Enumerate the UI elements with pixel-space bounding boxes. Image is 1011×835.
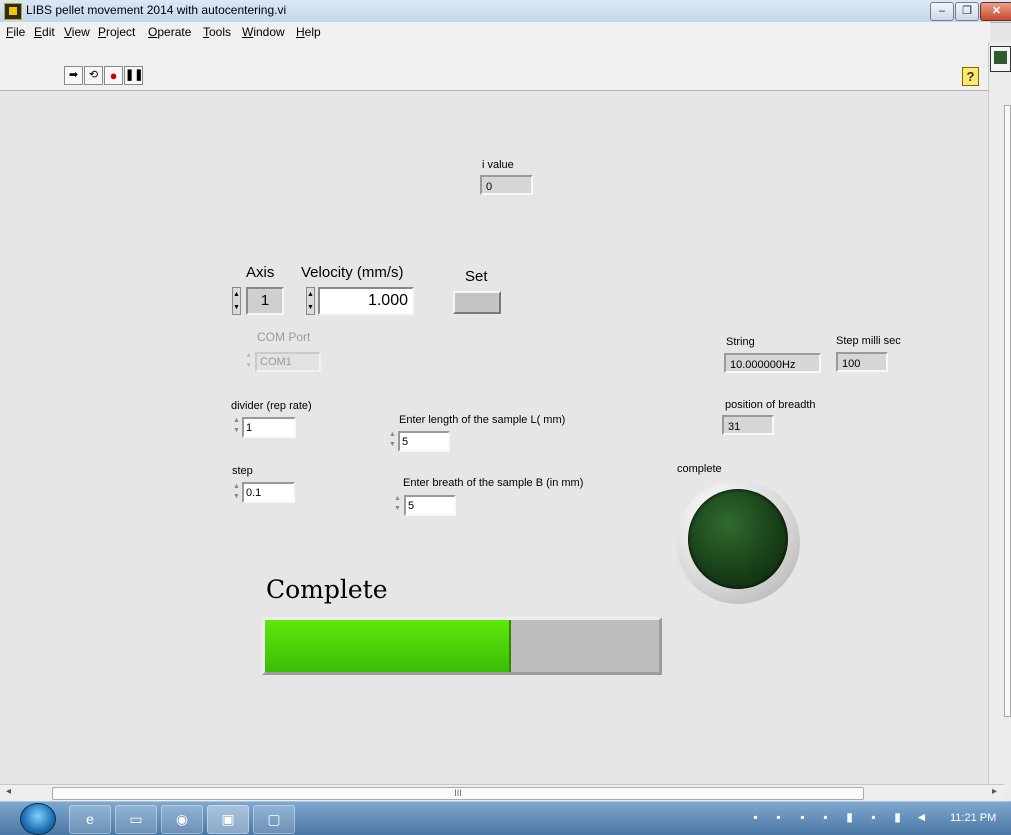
volume-icon[interactable]: ◄ [914, 810, 929, 825]
com-port-control[interactable]: COM1 [255, 352, 321, 372]
progress-title: Complete [266, 575, 388, 604]
divider-spinner[interactable]: ▲ ▼ [232, 416, 241, 438]
i-value-indicator: 0 [480, 175, 533, 195]
tray-icon-2[interactable]: ▪ [771, 810, 786, 825]
tray-icon-3[interactable]: ▪ [795, 810, 810, 825]
divider-label: divider (rep rate) [231, 400, 312, 412]
step-label: step [232, 465, 253, 477]
set-button[interactable] [453, 291, 501, 314]
menu-edit[interactable]: Edit [34, 25, 55, 39]
scroll-left-icon[interactable]: ◂ [6, 786, 11, 797]
menu-help[interactable]: Help [296, 25, 321, 39]
velocity-control[interactable]: 1.000 [318, 287, 414, 315]
com-port-spinner[interactable]: ▲ ▼ [244, 351, 253, 373]
title-bar: LIBS pellet movement 2014 with autocente… [0, 0, 1011, 23]
tray-icon-4[interactable]: ▪ [818, 810, 833, 825]
menu-file[interactable]: File [6, 25, 25, 39]
menu-project[interactable]: Project [98, 25, 135, 39]
string-label: String [726, 336, 755, 348]
tray-icon-1[interactable]: ▪ [748, 810, 763, 825]
folder-icon[interactable]: ▭ [115, 805, 157, 834]
breath-control[interactable]: 5 [404, 495, 456, 516]
string-indicator: 10.000000Hz [724, 353, 821, 373]
divider-control[interactable]: 1 [242, 417, 296, 438]
com-port-label: COM Port [257, 330, 311, 344]
ie-icon[interactable]: e [69, 805, 111, 834]
breath-spinner[interactable]: ▲ ▼ [393, 494, 402, 516]
complete-led[interactable] [688, 489, 788, 589]
start-button[interactable] [20, 803, 56, 835]
vi-icon [990, 46, 1011, 72]
axis-control[interactable]: 1 [246, 287, 284, 315]
run-arrow-icon[interactable]: ➡ [64, 66, 83, 85]
axis-label: Axis [246, 264, 275, 281]
step-spinner[interactable]: ▲ ▼ [232, 482, 241, 504]
minimize-button[interactable]: – [930, 2, 954, 21]
context-help-button[interactable]: ? [962, 67, 979, 86]
menu-window[interactable]: Window [242, 25, 285, 39]
progress-bar [262, 617, 662, 675]
length-label: Enter length of the sample L( mm) [399, 414, 566, 426]
vertical-scrollbar[interactable] [1004, 105, 1011, 717]
step-ms-indicator: 100 [836, 352, 888, 372]
pause-icon[interactable]: ❚❚ [124, 66, 143, 85]
run-continuously-icon[interactable]: ⟲ [84, 66, 103, 85]
breath-label: Enter breath of the sample B (in mm) [403, 477, 584, 489]
breadth-position-label: position of breadth [725, 399, 816, 411]
step-ms-label: Step milli sec [836, 335, 901, 347]
network-icon[interactable]: ▪ [866, 810, 881, 825]
menu-view[interactable]: View [64, 25, 90, 39]
progress-fill [265, 620, 512, 672]
horizontal-scroll-thumb[interactable]: III [52, 787, 864, 800]
menu-operate[interactable]: Operate [148, 25, 191, 39]
length-spinner[interactable]: ▲ ▼ [388, 430, 397, 452]
complete-led-label: complete [677, 463, 722, 475]
labview-icon[interactable]: ▣ [207, 805, 249, 834]
scroll-right-icon[interactable]: ▸ [992, 786, 997, 797]
labview-app-icon [4, 3, 22, 20]
length-control[interactable]: 5 [398, 431, 450, 452]
velocity-spinner[interactable]: ▲ ▼ [306, 287, 315, 315]
signal-icon[interactable]: ▮ [842, 810, 857, 825]
menu-bar: File Edit View Project Operate Tools Win… [0, 22, 990, 42]
velocity-label: Velocity (mm/s) [301, 264, 404, 281]
clock[interactable]: 11:21 PM [950, 812, 996, 824]
wifi-icon[interactable]: ▮ [890, 810, 905, 825]
app-icon[interactable]: ▢ [253, 805, 295, 834]
close-button[interactable]: ✕ [980, 2, 1011, 21]
chrome-icon[interactable]: ◉ [161, 805, 203, 834]
restore-button[interactable]: ❐ [955, 2, 979, 21]
axis-spinner[interactable]: ▲ ▼ [232, 287, 241, 315]
breadth-position-indicator: 31 [722, 415, 774, 435]
step-control[interactable]: 0.1 [242, 482, 295, 503]
i-value-label: i value [482, 159, 514, 171]
abort-icon[interactable]: ● [104, 66, 123, 85]
window-title: LIBS pellet movement 2014 with autocente… [26, 3, 287, 17]
toolbar: ➡ ⟲ ● ❚❚ [0, 42, 990, 91]
set-label: Set [465, 268, 488, 285]
menu-tools[interactable]: Tools [203, 25, 231, 39]
